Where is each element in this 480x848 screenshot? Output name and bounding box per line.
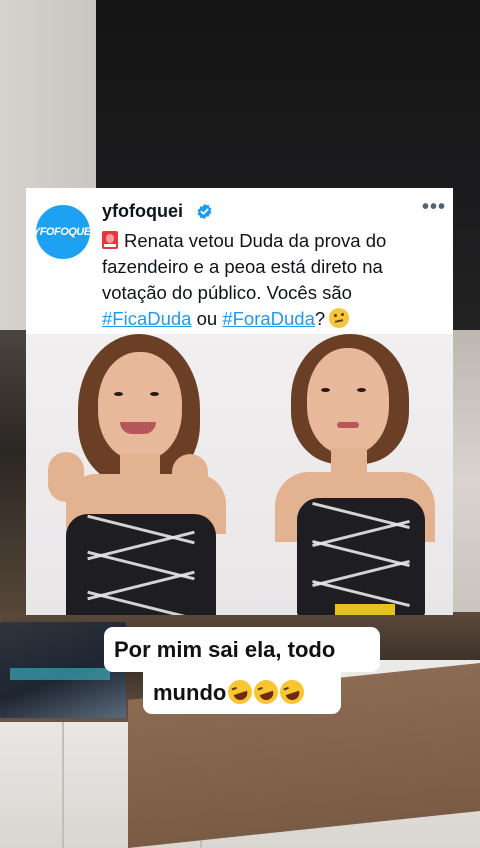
more-options-icon[interactable]: •••: [422, 196, 446, 219]
product-box-stripe: [10, 668, 110, 680]
right-fist: [172, 454, 208, 504]
thinking-face-icon: [329, 308, 350, 328]
rotating-light-icon: [102, 231, 118, 249]
eye: [357, 388, 366, 392]
mouth: [337, 422, 359, 428]
rofl-icon: [277, 676, 308, 708]
hashtag-fica-duda[interactable]: #FicaDuda: [102, 308, 191, 329]
shelf-left: [0, 330, 26, 630]
eye: [321, 388, 330, 392]
tweet-text-part1: Renata vetou Duda da prova do fazendeiro…: [102, 230, 387, 303]
face: [98, 352, 182, 460]
top: [297, 498, 425, 615]
lace: [87, 590, 195, 615]
tweet-text-part2: ou: [191, 308, 223, 329]
rofl-icon: [251, 676, 282, 708]
lace: [312, 579, 410, 608]
eye: [150, 392, 159, 396]
tweet-photo[interactable]: [26, 334, 453, 615]
lace: [87, 514, 195, 545]
eye: [114, 392, 123, 396]
skirt-belt: [335, 604, 395, 615]
caption-line-1: Por mim sai ela, todo: [104, 627, 380, 672]
shelf-right: [452, 330, 480, 630]
photo-person-right: [239, 334, 453, 615]
tweet-text-part3: ?: [314, 308, 326, 329]
verified-badge-icon: [197, 203, 212, 220]
face: [307, 348, 389, 454]
tile-line: [62, 722, 64, 848]
caption-line-2-text: mundo: [153, 680, 227, 705]
rofl-icon: [225, 676, 256, 708]
photo-person-left: [26, 334, 240, 615]
tweet-text: Renata vetou Duda da prova do fazendeiro…: [102, 228, 440, 332]
top: [66, 514, 216, 615]
caption-line-2: mundo: [143, 672, 341, 714]
avatar-logo-text: YFOFOQUEI: [32, 226, 94, 238]
tweet-card[interactable]: YFOFOQUEI yfofoquei ••• Renata vetou Dud…: [26, 188, 453, 615]
hashtag-fora-duda[interactable]: #ForaDuda: [222, 308, 315, 329]
avatar[interactable]: YFOFOQUEI: [32, 205, 94, 259]
account-handle[interactable]: yfofoquei: [102, 201, 183, 222]
left-fist: [48, 452, 84, 502]
